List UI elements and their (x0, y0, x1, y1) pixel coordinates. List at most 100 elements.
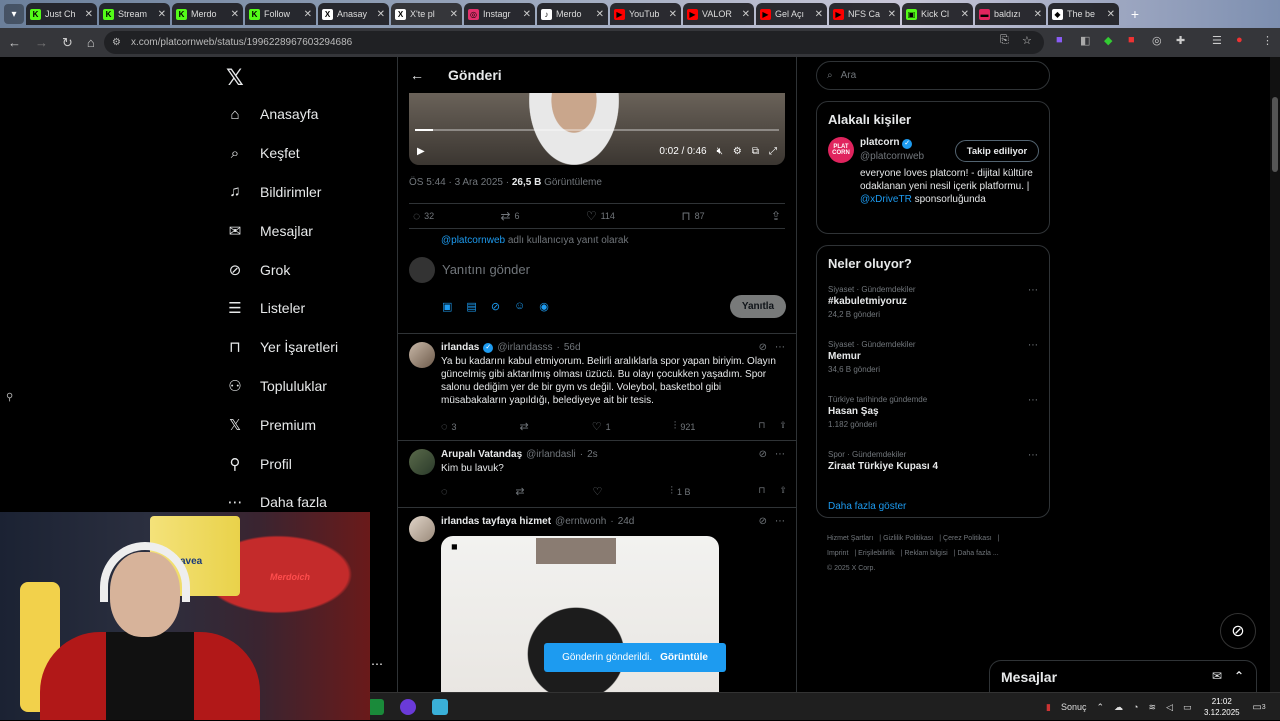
share-icon[interactable]: ⇪ (779, 485, 787, 498)
close-icon[interactable]: ✕ (450, 9, 458, 20)
bookmark-button[interactable]: ⊓ 87 (681, 209, 704, 223)
footer-link[interactable]: Daha fazla ... (957, 550, 998, 557)
author-name[interactable]: irlandas tayfaya hizmet (441, 516, 551, 527)
more-icon[interactable]: ⋯ (1028, 340, 1038, 351)
network-icon[interactable]: ◔ (1133, 702, 1138, 712)
reply-tweet[interactable]: irlandas ✓ @irlandasss · 56d Ya bu kadarını … (398, 334, 796, 440)
settings-icon[interactable]: ⚙ (733, 146, 742, 157)
nav-item-3[interactable]: ✉ Mesajlar (226, 211, 396, 250)
close-icon[interactable]: ✕ (158, 9, 166, 20)
chevron-up-icon[interactable]: ⌃ (1096, 702, 1104, 713)
nav-item-7[interactable]: ⚇ Topluluklar (226, 367, 396, 406)
share-icon[interactable]: ⇪ (779, 420, 787, 433)
author-name[interactable]: irlandas (441, 342, 479, 353)
like-button[interactable]: ♡ 1 (592, 420, 611, 433)
search-input[interactable]: ⌕ Ara (816, 61, 1050, 90)
author-name[interactable]: Arupalı Vatandaş (441, 449, 522, 460)
avatar[interactable]: PLAT CORN (828, 137, 854, 163)
video-progress-bar[interactable] (415, 129, 779, 131)
footer-link[interactable]: Erişilebilirlik (858, 550, 895, 557)
tweet-time[interactable]: 24d (618, 516, 635, 527)
browser-tab[interactable]: K Merdo ✕ (172, 3, 243, 25)
adblock-icon[interactable]: ■ (1128, 34, 1135, 46)
close-icon[interactable]: ✕ (523, 9, 531, 20)
messages-drawer[interactable]: Mesajlar ✉ ⌃ (989, 660, 1257, 692)
footer-link[interactable]: Hizmet Şartları (827, 535, 873, 542)
more-icon[interactable]: ⋯ (1028, 285, 1038, 296)
nav-item-6[interactable]: ⊓ Yer İşaretleri (226, 328, 396, 367)
close-icon[interactable]: ✕ (961, 9, 969, 20)
notification-icon[interactable]: ▭ 3 (1250, 698, 1268, 716)
author-handle[interactable]: @erntwonh (555, 516, 606, 527)
repost-button[interactable]: ⇄ 6 (500, 209, 519, 223)
trend-item[interactable]: Spor · Gündemdekiler Ziraat Türkiye Kupas… (817, 442, 1049, 497)
play-icon[interactable]: ▶ (417, 146, 425, 157)
bookmark-star-icon[interactable]: ☆ (1022, 34, 1032, 47)
grok-icon[interactable]: ⊘ (759, 516, 767, 527)
grok-icon[interactable]: ⊘ (759, 449, 767, 460)
grok-icon[interactable]: ⊘ (491, 300, 500, 313)
footer-link[interactable]: Çerez Politikası (943, 535, 992, 542)
close-icon[interactable]: ✕ (888, 9, 896, 20)
share-button[interactable]: ⇪ (771, 209, 781, 223)
close-icon[interactable]: ✕ (1107, 9, 1115, 20)
browser-tab[interactable]: ▬ baldızı ✕ (975, 3, 1046, 25)
nav-item-1[interactable]: ⌕ Keşfet (226, 134, 396, 173)
new-message-icon[interactable]: ✉ (1212, 669, 1222, 683)
browser-tab[interactable]: X X'te pl ✕ (391, 3, 462, 25)
browser-tab[interactable]: K Stream ✕ (99, 3, 170, 25)
pip-icon[interactable]: ⧉ (752, 146, 759, 157)
image-icon[interactable]: ▣ (442, 300, 452, 313)
puzzle-icon[interactable]: ✚ (1176, 34, 1185, 47)
repost-button[interactable]: ⇄ (520, 420, 529, 433)
battery-icon[interactable]: ▭ (1183, 702, 1192, 713)
accessibility-icon[interactable]: ⚲ (6, 392, 13, 403)
profile-icon[interactable]: ● (1236, 34, 1243, 46)
nav-item-5[interactable]: ☰ Listeler (226, 289, 396, 328)
more-icon[interactable]: ⋯ (1028, 395, 1038, 406)
tab-search-icon[interactable]: ▾ (4, 4, 24, 24)
person-row[interactable]: PLAT CORN platcorn ✓ @platcornweb Takip … (817, 127, 1049, 237)
app-icon[interactable] (400, 699, 416, 715)
extension-icon[interactable]: ◧ (1080, 34, 1090, 47)
browser-tab[interactable]: ▶ VALOR ✕ (683, 3, 754, 25)
new-tab-button[interactable]: + (1125, 4, 1145, 24)
fullscreen-icon[interactable]: ⤢ (769, 146, 777, 157)
bio-link[interactable]: @xDriveTR (860, 194, 912, 205)
footer-link[interactable]: Gizlilik Politikası (883, 535, 933, 542)
close-icon[interactable]: ✕ (85, 9, 93, 20)
like-button[interactable]: ♡ 114 (586, 209, 615, 223)
browser-tab[interactable]: ▶ Gel Açı ✕ (756, 3, 827, 25)
browser-tab[interactable]: ◆ The be ✕ (1048, 3, 1119, 25)
close-icon[interactable]: ✕ (304, 9, 312, 20)
views-button[interactable]: ⫶ 1 B (670, 485, 690, 498)
extension-icon[interactable]: ◎ (1152, 34, 1162, 47)
search-result-label[interactable]: Sonuç (1061, 702, 1087, 712)
page-scrollbar[interactable] (1270, 57, 1280, 692)
extension-icon[interactable]: ■ (1056, 34, 1063, 46)
x-logo-icon[interactable]: 𝕏 (226, 65, 244, 91)
app-icon[interactable] (368, 699, 384, 715)
more-icon[interactable]: ⋯ (775, 449, 785, 460)
volume-icon[interactable]: ◁ (1166, 702, 1173, 713)
close-icon[interactable]: ✕ (815, 9, 823, 20)
views-button[interactable]: ⫶ 921 (674, 420, 696, 433)
more-icon[interactable]: ⋯ (371, 657, 383, 671)
close-icon[interactable]: ✕ (669, 9, 677, 20)
home-icon[interactable]: ⌂ (87, 35, 95, 50)
more-icon[interactable]: ⋯ (775, 342, 785, 353)
grok-icon[interactable]: ⊘ (759, 342, 767, 353)
wifi-icon[interactable]: ≋ (1148, 702, 1156, 713)
trend-item[interactable]: Siyaset · Gündemdekiler #kabuletmiyoruz 24… (817, 277, 1049, 332)
close-icon[interactable]: ✕ (596, 9, 604, 20)
reply-submit-button[interactable]: Yanıtla (730, 295, 786, 318)
reload-icon[interactable]: ↻ (62, 35, 73, 51)
browser-tab[interactable]: ◎ Instagr ✕ (464, 3, 535, 25)
menu-icon[interactable]: ⋮ (1262, 34, 1273, 47)
clock[interactable]: 21:02 3.12.2025 (1204, 696, 1240, 718)
browser-tab[interactable]: ▶ NFS Ca ✕ (829, 3, 900, 25)
more-icon[interactable]: ⋯ (775, 516, 785, 527)
volume-icon[interactable]: 🔇︎ (717, 146, 723, 157)
sidebar-icon[interactable]: ☰ (1212, 34, 1222, 47)
trend-item[interactable]: Siyaset · Gündemdekiler Memur 34,6 B gönde… (817, 332, 1049, 387)
